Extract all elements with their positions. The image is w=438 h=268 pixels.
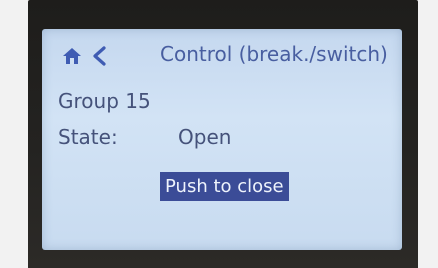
group-label: Group 15 [58, 89, 151, 113]
state-value: Open [178, 125, 232, 149]
page-title: Control (break./switch) [160, 42, 388, 66]
home-icon[interactable] [62, 47, 82, 65]
chevron-left-icon[interactable] [91, 46, 107, 66]
lcd-screen: Control (break./switch) Group 15 State: … [42, 29, 402, 250]
push-to-close-button[interactable]: Push to close [160, 172, 289, 201]
screen-header: Control (break./switch) [42, 29, 402, 71]
state-label: State: [58, 125, 118, 149]
